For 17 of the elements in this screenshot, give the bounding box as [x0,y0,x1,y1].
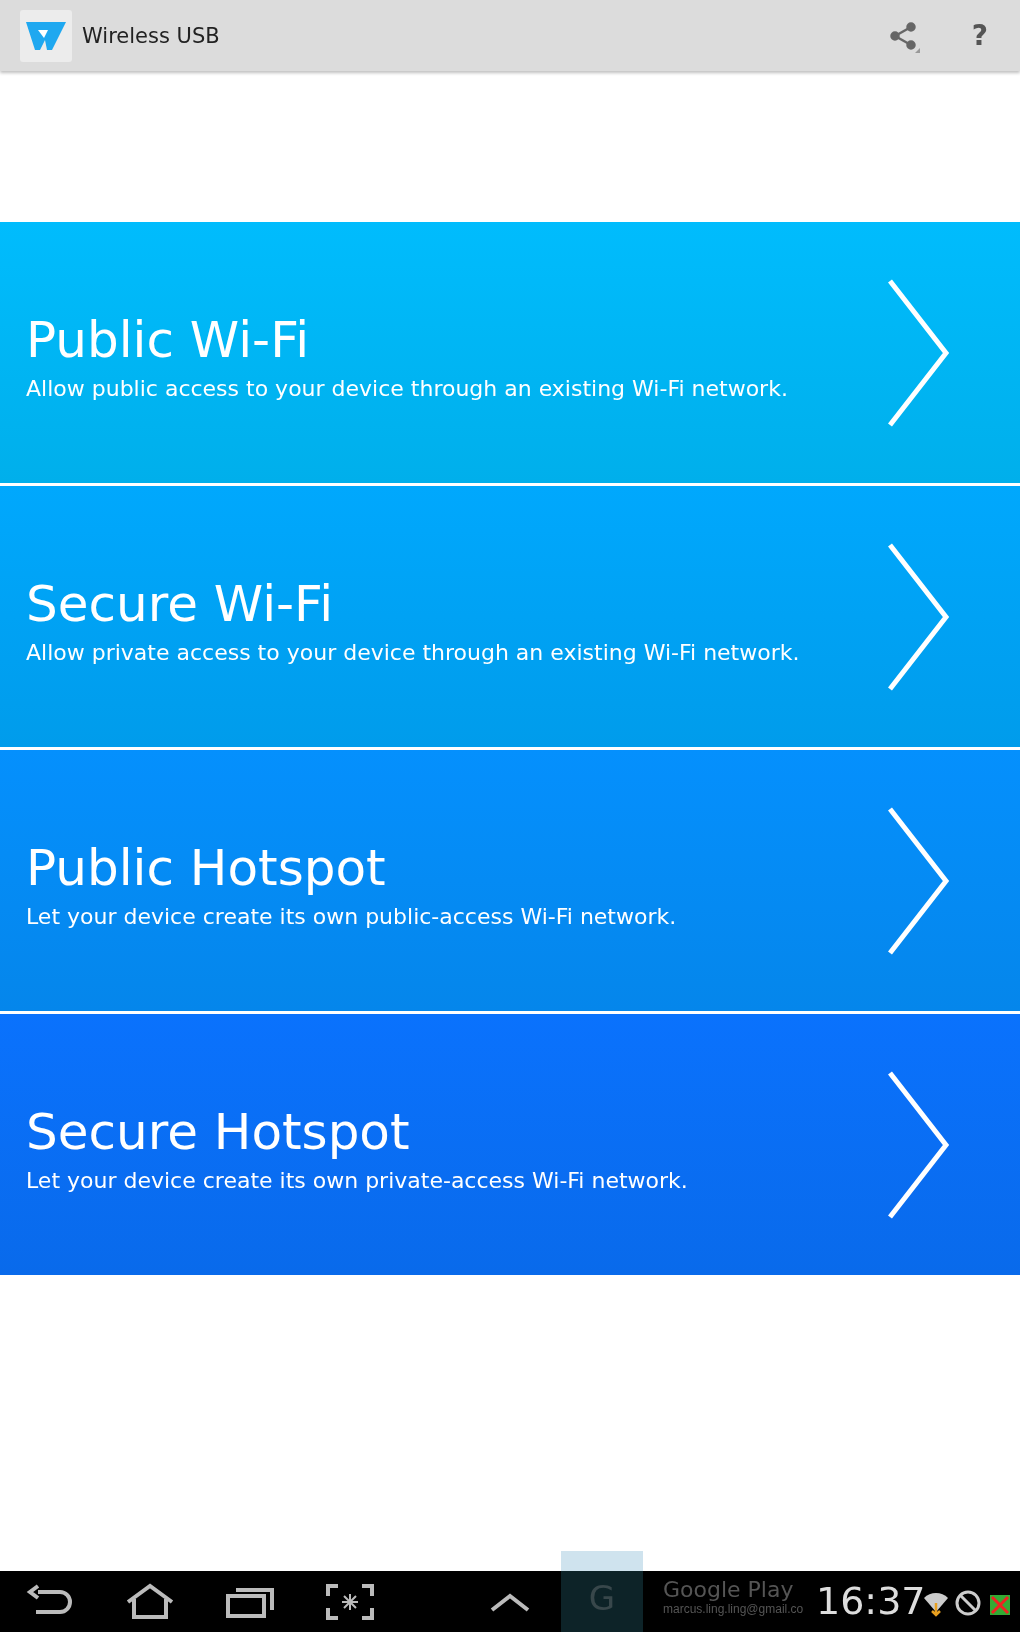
option-description: Let your device create its own private-access Wi-Fi network. [26,1167,689,1193]
help-button[interactable]: ? [971,19,988,52]
option-title: Public Wi-Fi [26,312,311,368]
notification-text: marcus.ling.ling@gmail.co [663,1602,804,1616]
option-card[interactable]: Secure Wi-Fi Allow private access to your device through an existing Wi-Fi network. [0,486,1020,747]
option-description: Let your device create its own public-access Wi-Fi network. [26,903,678,929]
clock: 16:37 [816,1579,926,1623]
option-title: Public Hotspot [26,840,387,896]
option-card[interactable]: Public Wi-Fi Allow public access to your device through an existing Wi-Fi network. [0,222,1020,483]
option-card[interactable]: Secure Hotspot Let your device create its own private-access Wi-Fi network. [0,1014,1020,1275]
option-description: Allow private access to your device through an existing Wi-Fi network. [26,639,801,665]
option-title: Secure Wi-Fi [26,576,335,632]
app-title: Wireless USB [82,23,221,48]
option-title: Secure Hotspot [26,1104,411,1160]
option-card[interactable]: Public Hotspot Let your device create its own public-access Wi-Fi network. [0,750,1020,1011]
option-description: Allow public access to your device through an existing Wi-Fi network. [26,375,789,401]
notification-title: Google Play [663,1577,795,1602]
